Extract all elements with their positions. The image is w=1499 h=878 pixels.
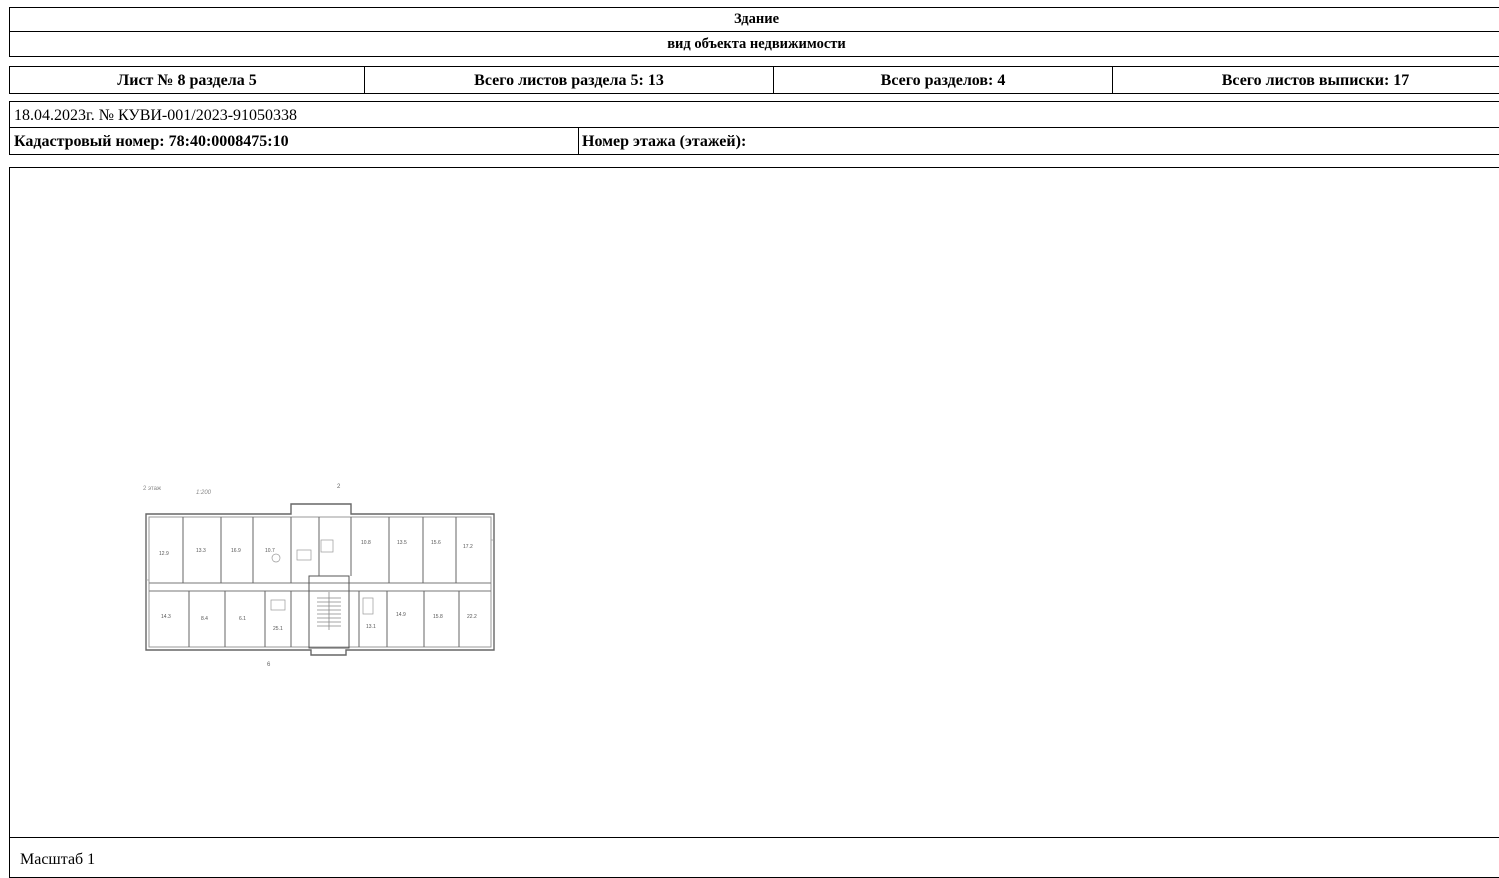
document-row: 18.04.2023г. № КУВИ-001/2023-91050338 xyxy=(9,101,1499,128)
room-area-label: 22.2 xyxy=(467,614,477,620)
room-area-label: 14.3 xyxy=(161,614,171,620)
room-area-label: 13.3 xyxy=(196,548,206,554)
header-title-row: Здание xyxy=(9,7,1499,32)
cadastral-row: Кадастровый номер: 78:40:0008475:10 Номе… xyxy=(9,127,1499,155)
axis-label-top: 2 xyxy=(337,484,341,490)
floor-plan-image: 2 этаж 1:200 2 6 12.9 13.3 16.9 10.7 10.… xyxy=(143,484,495,668)
scale-row: Масштаб 1 xyxy=(9,837,1499,878)
room-area-label: 12.9 xyxy=(159,551,169,557)
total-sheets-extract: Всего листов выписки: 17 xyxy=(1221,72,1410,89)
plan-area: 2 этаж 1:200 2 6 12.9 13.3 16.9 10.7 10.… xyxy=(9,167,1499,838)
room-area-label: 6.1 xyxy=(239,616,246,622)
scale-mark: 1:200 xyxy=(196,490,212,496)
scale-label: Масштаб 1 xyxy=(20,851,96,868)
sheet-info-row: Лист № 8 раздела 5 Всего листов раздела … xyxy=(9,66,1499,94)
room-area-label: 13.5 xyxy=(397,540,407,546)
room-area-label: 15.6 xyxy=(431,540,441,546)
floor-number-label: Номер этажа (этажей): xyxy=(582,133,747,150)
total-sheets-section: Всего листов раздела 5: 13 xyxy=(474,72,664,89)
room-area-label: 15.8 xyxy=(433,614,443,620)
room-area-label: 10.7 xyxy=(265,548,275,554)
cadastral-number: Кадастровый номер: 78:40:0008475:10 xyxy=(14,133,289,150)
room-area-label: 13.1 xyxy=(366,624,376,630)
total-sections: Всего разделов: 4 xyxy=(880,72,1006,89)
header-subtitle-row: вид объекта недвижимости xyxy=(9,31,1499,57)
document-title: Здание xyxy=(733,11,780,27)
document-date-number: 18.04.2023г. № КУВИ-001/2023-91050338 xyxy=(14,107,298,124)
room-area-label: 10.8 xyxy=(361,540,371,546)
room-area-label: 16.9 xyxy=(231,548,241,554)
axis-label-bottom: 6 xyxy=(267,662,271,668)
document-subtitle: вид объекта недвижимости xyxy=(667,36,846,52)
room-area-label: 17.2 xyxy=(463,544,473,550)
divider xyxy=(578,128,579,154)
sheet-number: Лист № 8 раздела 5 xyxy=(117,72,257,89)
floor-label: 2 этаж xyxy=(143,486,161,492)
room-area-label: 25.1 xyxy=(273,626,283,632)
room-area-label: 14.9 xyxy=(396,612,406,618)
room-area-label: 8.4 xyxy=(201,616,208,622)
